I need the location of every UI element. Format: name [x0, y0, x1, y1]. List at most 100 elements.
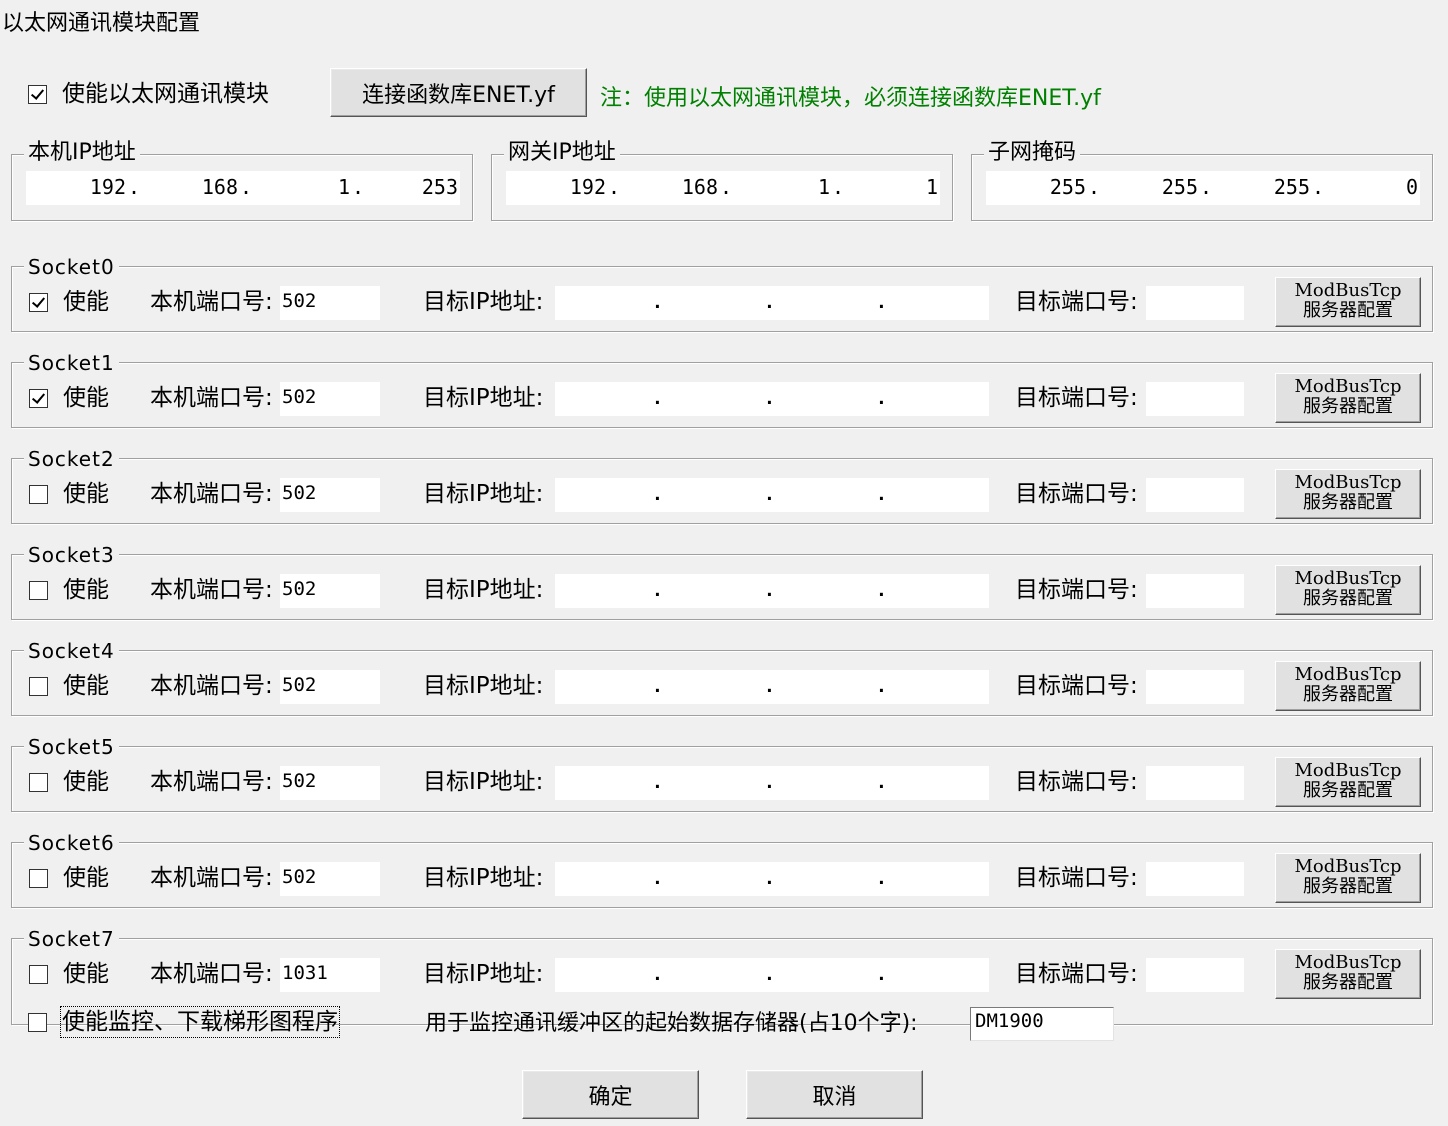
target-port-label: 目标端口号: — [1015, 289, 1138, 315]
target-port-input[interactable] — [1146, 862, 1244, 896]
socket-enable-label: 使能 — [63, 961, 109, 987]
target-port-input[interactable] — [1146, 670, 1244, 704]
socket-enable-label: 使能 — [63, 865, 109, 891]
socket-enable-label: 使能 — [63, 673, 109, 699]
local-port-label: 本机端口号: — [150, 769, 273, 795]
local-port-input[interactable]: 502 — [280, 478, 380, 512]
target-ip-input[interactable]: . . . — [555, 286, 989, 320]
local-port-label: 本机端口号: — [150, 961, 273, 987]
target-ip-input[interactable]: . . . — [555, 958, 989, 992]
gateway-ip-input[interactable]: 192. 168. 1. 1 — [506, 171, 940, 205]
target-port-input[interactable] — [1146, 382, 1244, 416]
note-text: 注：使用以太网通讯模块，必须连接函数库ENET.yf — [600, 86, 1101, 111]
socket-enable-checkbox[interactable] — [29, 389, 48, 408]
socket-group: Socket5 使能 本机端口号: 502 目标IP地址: . . . 目标端口… — [11, 733, 1433, 812]
enable-module-label: 使能以太网通讯模块 — [62, 81, 269, 107]
local-ip-input[interactable]: 192. 168. 1. 253 — [26, 171, 460, 205]
target-ip-input[interactable]: . . . — [555, 382, 989, 416]
modbus-config-button[interactable]: ModBusTcp 服务器配置 — [1275, 949, 1421, 999]
local-port-label: 本机端口号: — [150, 481, 273, 507]
socket-title: Socket1 — [24, 349, 119, 377]
local-port-label: 本机端口号: — [150, 577, 273, 603]
socket-enable-label: 使能 — [63, 577, 109, 603]
socket-title: Socket5 — [24, 733, 119, 761]
socket-title: Socket3 — [24, 541, 119, 569]
target-ip-input[interactable]: . . . — [555, 670, 989, 704]
socket-enable-checkbox[interactable] — [29, 965, 48, 984]
enable-module-checkbox[interactable] — [28, 85, 47, 104]
buffer-input[interactable]: DM1900 — [970, 1007, 1114, 1041]
local-port-input[interactable]: 1031 — [280, 958, 380, 992]
socket-enable-label: 使能 — [63, 385, 109, 411]
target-ip-input[interactable]: . . . — [555, 766, 989, 800]
gateway-ip-label: 网关IP地址 — [504, 139, 620, 167]
socket-enable-checkbox[interactable] — [29, 773, 48, 792]
target-port-label: 目标端口号: — [1015, 481, 1138, 507]
modbus-config-button[interactable]: ModBusTcp 服务器配置 — [1275, 757, 1421, 807]
target-port-input[interactable] — [1146, 574, 1244, 608]
local-port-input[interactable]: 502 — [280, 286, 380, 320]
target-ip-input[interactable]: . . . — [555, 478, 989, 512]
socket-group: Socket2 使能 本机端口号: 502 目标IP地址: . . . 目标端口… — [11, 445, 1433, 524]
local-port-input[interactable]: 502 — [280, 766, 380, 800]
target-ip-label: 目标IP地址: — [423, 673, 544, 699]
socket-title: Socket4 — [24, 637, 119, 665]
target-port-label: 目标端口号: — [1015, 961, 1138, 987]
socket-group: Socket4 使能 本机端口号: 502 目标IP地址: . . . 目标端口… — [11, 637, 1433, 716]
socket-group: Socket1 使能 本机端口号: 502 目标IP地址: . . . 目标端口… — [11, 349, 1433, 428]
socket-enable-label: 使能 — [63, 289, 109, 315]
modbus-config-button[interactable]: ModBusTcp 服务器配置 — [1275, 373, 1421, 423]
monitor-label: 使能监控、下载梯形图程序 — [60, 1006, 340, 1038]
window-title: 以太网通讯模块配置 — [2, 11, 201, 36]
socket-group: Socket3 使能 本机端口号: 502 目标IP地址: . . . 目标端口… — [11, 541, 1433, 620]
socket-enable-checkbox[interactable] — [29, 485, 48, 504]
connect-library-button[interactable]: 连接函数库ENET.yf — [330, 68, 587, 117]
ok-button[interactable]: 确定 — [522, 1070, 699, 1119]
socket-enable-checkbox[interactable] — [29, 581, 48, 600]
modbus-config-button[interactable]: ModBusTcp 服务器配置 — [1275, 565, 1421, 615]
gateway-ip-group: 网关IP地址 192. 168. 1. 1 — [491, 139, 953, 221]
target-port-input[interactable] — [1146, 766, 1244, 800]
socket-enable-checkbox[interactable] — [29, 869, 48, 888]
socket-enable-label: 使能 — [63, 769, 109, 795]
modbus-config-button[interactable]: ModBusTcp 服务器配置 — [1275, 277, 1421, 327]
socket-enable-checkbox[interactable] — [29, 293, 48, 312]
target-port-label: 目标端口号: — [1015, 865, 1138, 891]
monitor-checkbox[interactable] — [28, 1013, 47, 1032]
socket-group: Socket6 使能 本机端口号: 502 目标IP地址: . . . 目标端口… — [11, 829, 1433, 908]
local-port-label: 本机端口号: — [150, 865, 273, 891]
target-ip-label: 目标IP地址: — [423, 577, 544, 603]
target-ip-label: 目标IP地址: — [423, 961, 544, 987]
modbus-config-button[interactable]: ModBusTcp 服务器配置 — [1275, 853, 1421, 903]
target-port-label: 目标端口号: — [1015, 769, 1138, 795]
target-port-input[interactable] — [1146, 286, 1244, 320]
socket-group: Socket0 使能 本机端口号: 502 目标IP地址: . . . 目标端口… — [11, 253, 1433, 332]
local-port-input[interactable]: 502 — [280, 670, 380, 704]
target-ip-input[interactable]: . . . — [555, 862, 989, 896]
socket-title: Socket7 — [24, 925, 119, 953]
subnet-mask-group: 子网掩码 255. 255. 255. 0 — [971, 139, 1433, 221]
target-ip-label: 目标IP地址: — [423, 481, 544, 507]
subnet-mask-input[interactable]: 255. 255. 255. 0 — [986, 171, 1420, 205]
socket-enable-label: 使能 — [63, 481, 109, 507]
socket-enable-checkbox[interactable] — [29, 677, 48, 696]
socket-title: Socket0 — [24, 253, 119, 281]
local-port-label: 本机端口号: — [150, 673, 273, 699]
subnet-mask-label: 子网掩码 — [984, 139, 1081, 167]
local-port-input[interactable]: 502 — [280, 862, 380, 896]
target-port-label: 目标端口号: — [1015, 385, 1138, 411]
modbus-config-button[interactable]: ModBusTcp 服务器配置 — [1275, 469, 1421, 519]
cancel-button[interactable]: 取消 — [746, 1070, 923, 1119]
target-ip-label: 目标IP地址: — [423, 865, 544, 891]
buffer-label: 用于监控通讯缓冲区的起始数据存储器(占10个字): — [425, 1011, 918, 1036]
local-port-label: 本机端口号: — [150, 385, 273, 411]
target-port-input[interactable] — [1146, 958, 1244, 992]
local-port-label: 本机端口号: — [150, 289, 273, 315]
socket-title: Socket6 — [24, 829, 119, 857]
target-port-input[interactable] — [1146, 478, 1244, 512]
local-port-input[interactable]: 502 — [280, 382, 380, 416]
modbus-config-button[interactable]: ModBusTcp 服务器配置 — [1275, 661, 1421, 711]
target-ip-input[interactable]: . . . — [555, 574, 989, 608]
local-port-input[interactable]: 502 — [280, 574, 380, 608]
target-ip-label: 目标IP地址: — [423, 769, 544, 795]
